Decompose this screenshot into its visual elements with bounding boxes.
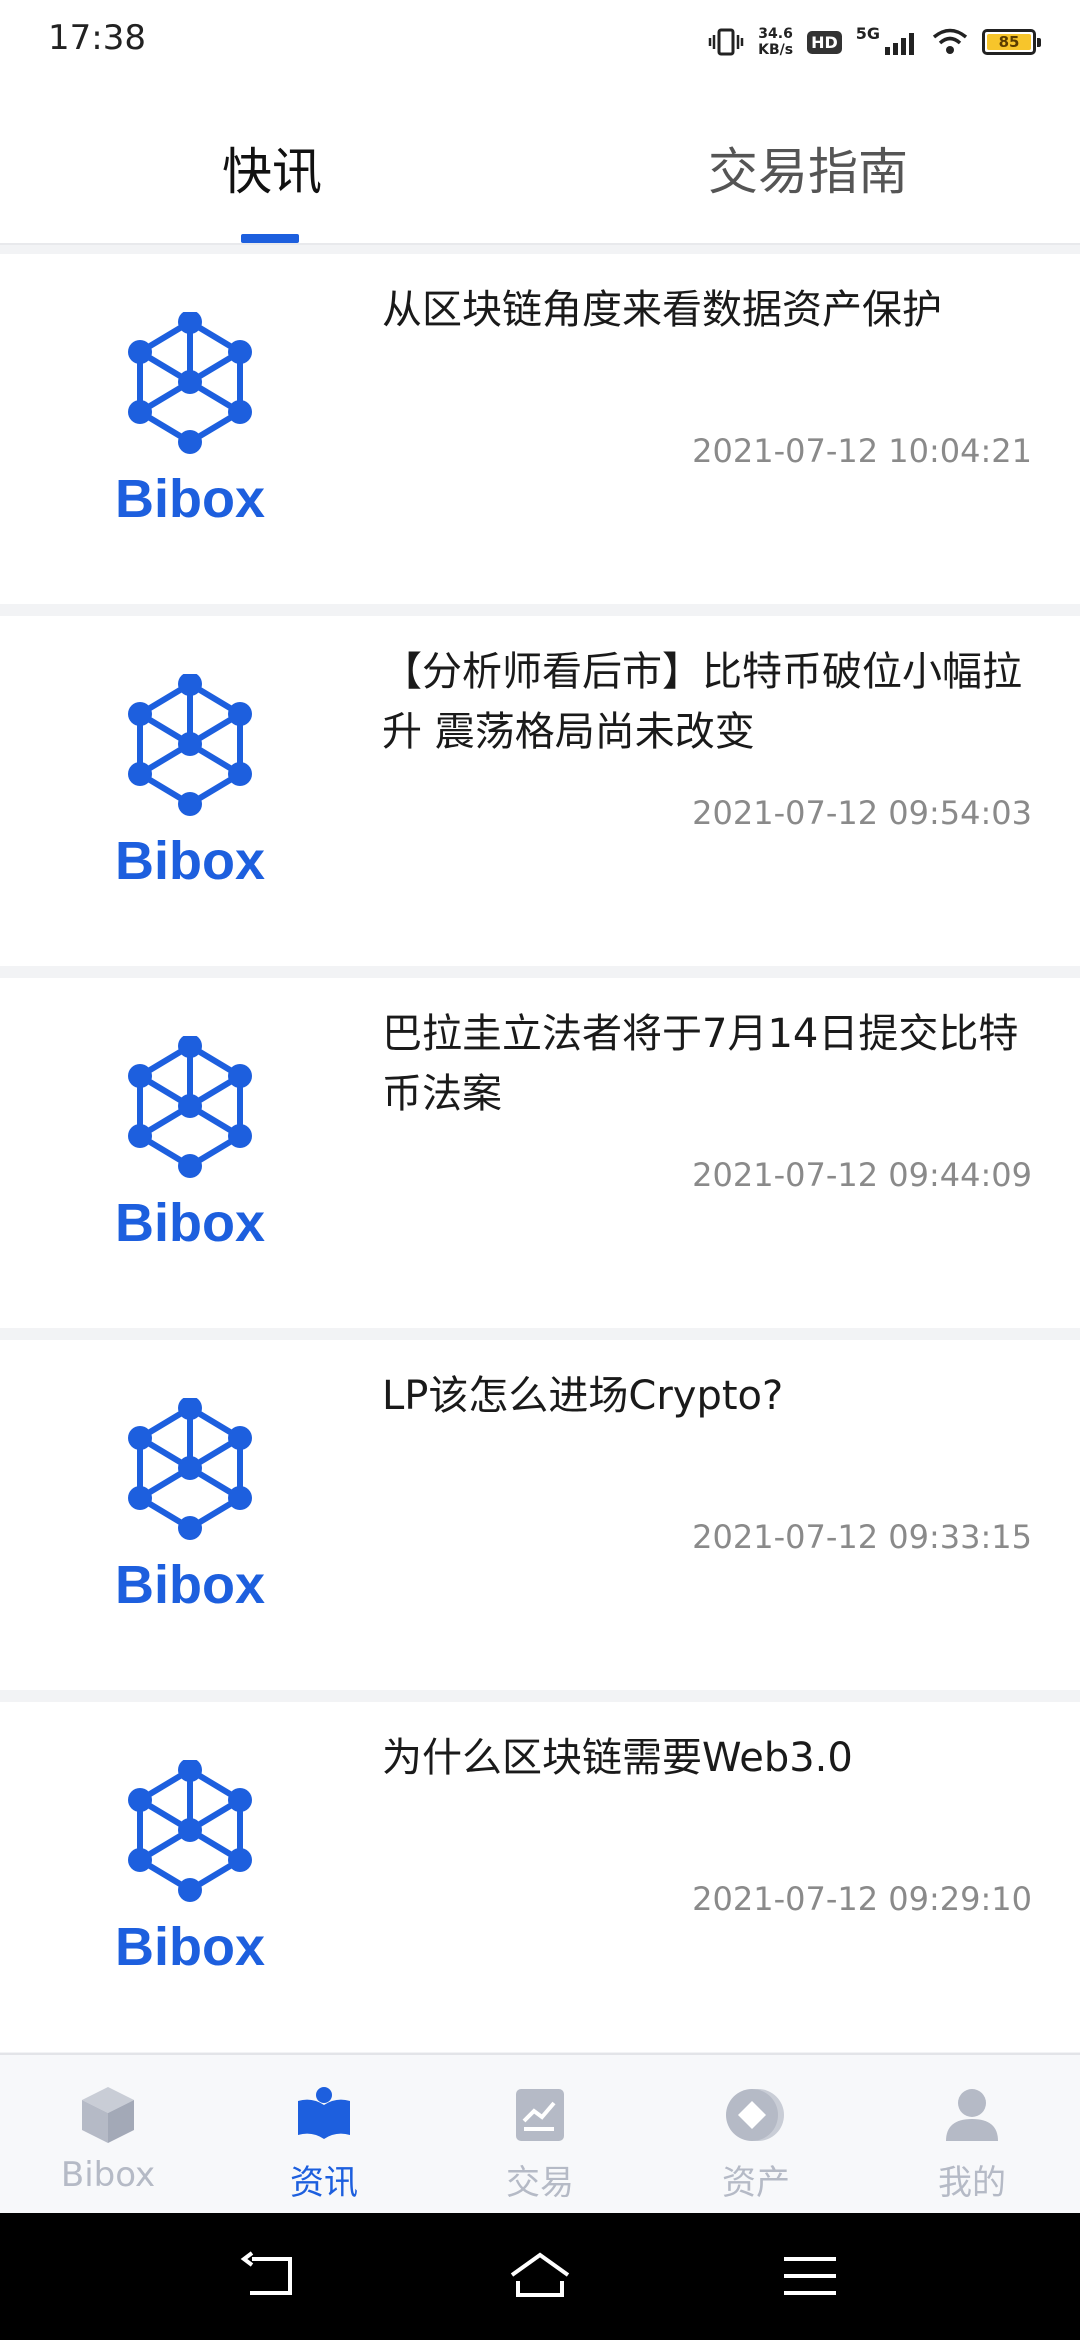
news-time: 2021-07-12 10:04:21 (692, 432, 1032, 470)
news-title: 从区块链角度来看数据资产保护 (382, 287, 942, 333)
tab-trading-guide[interactable]: 交易指南 (708, 132, 908, 204)
nav-label: Bibox (60, 2155, 156, 2195)
nav-label: 交易 (506, 2163, 574, 2203)
chart-icon (516, 2089, 564, 2141)
news-item[interactable]: Bibox 【分析师看后市】比特币破位小幅拉升 震荡格局尚未改变 2021-07… (0, 616, 1080, 966)
nav-item-bibox[interactable]: Bibox (28, 2083, 188, 2195)
bottom-nav: Bibox 资讯 交易 资产 我的 (0, 2053, 1080, 2213)
nav-label: 我的 (938, 2163, 1006, 2203)
battery-icon: 85 (982, 29, 1041, 55)
status-icons: 34.6 KB/s HD 5G 85 (708, 22, 1041, 62)
nav-label: 资产 (722, 2163, 790, 2203)
bibox-logo: Bibox (115, 1760, 265, 1977)
news-title: 巴拉圭立法者将于7月14日提交比特币法案 (382, 1011, 1019, 1117)
news-title: LP该怎么进场Crypto? (382, 1373, 784, 1419)
status-bar: 17:38 34.6 KB/s HD 5G 85 (0, 0, 1080, 80)
bibox-logo: Bibox (115, 312, 265, 529)
news-item[interactable]: Bibox 巴拉圭立法者将于7月14日提交比特币法案 2021-07-12 09… (0, 978, 1080, 1328)
nav-item-news[interactable]: 资讯 (244, 2083, 404, 2204)
vibrate-icon (708, 28, 744, 56)
hd-badge: HD (807, 30, 842, 54)
nav-label: 资讯 (290, 2163, 358, 2203)
news-item[interactable]: Bibox 为什么区块链需要Web3.0 2021-07-12 09:29:10 (0, 1702, 1080, 2052)
coin-icon (726, 2089, 784, 2141)
news-title: 【分析师看后市】比特币破位小幅拉升 震荡格局尚未改变 (382, 649, 1022, 755)
person-icon (946, 2089, 998, 2141)
news-item[interactable]: Bibox LP该怎么进场Crypto? 2021-07-12 09:33:15 (0, 1340, 1080, 1690)
svg-text:Bibox: Bibox (115, 1193, 265, 1253)
system-nav-bar (0, 2213, 1080, 2340)
status-time: 17:38 (48, 18, 146, 58)
home-icon[interactable] (508, 2251, 572, 2301)
network-type: 5G (855, 24, 880, 43)
news-time: 2021-07-12 09:33:15 (692, 1518, 1032, 1556)
nav-item-profile[interactable]: 我的 (892, 2083, 1052, 2204)
news-time: 2021-07-12 09:29:10 (692, 1880, 1032, 1918)
book-icon (298, 2087, 350, 2139)
svg-text:Bibox: Bibox (115, 831, 265, 891)
battery-level: 85 (987, 34, 1031, 50)
signal-icon (885, 33, 914, 55)
tab-bar: 快讯 交易指南 (0, 80, 1080, 245)
tab-active-indicator (241, 234, 299, 243)
news-item[interactable]: Bibox 从区块链角度来看数据资产保护 2021-07-12 10:04:21 (0, 254, 1080, 604)
wifi-icon (932, 28, 968, 54)
bibox-logo: Bibox (115, 1036, 265, 1253)
cube-icon (82, 2087, 134, 2143)
news-time: 2021-07-12 09:44:09 (692, 1156, 1032, 1194)
nav-item-assets[interactable]: 资产 (676, 2083, 836, 2204)
nav-item-trade[interactable]: 交易 (460, 2083, 620, 2204)
svg-text:Bibox: Bibox (115, 469, 265, 529)
back-icon[interactable] (238, 2251, 302, 2301)
network-speed: 34.6 KB/s (758, 26, 794, 58)
svg-text:Bibox: Bibox (115, 1917, 265, 1977)
news-list: Bibox 从区块链角度来看数据资产保护 2021-07-12 10:04:21… (0, 254, 1080, 2064)
tab-news[interactable]: 快讯 (222, 132, 322, 204)
news-title: 为什么区块链需要Web3.0 (382, 1735, 853, 1781)
svg-text:Bibox: Bibox (115, 1555, 265, 1615)
bibox-logo: Bibox (115, 1398, 265, 1615)
bibox-logo: Bibox (115, 674, 265, 891)
news-time: 2021-07-12 09:54:03 (692, 794, 1032, 832)
menu-icon[interactable] (778, 2251, 842, 2301)
